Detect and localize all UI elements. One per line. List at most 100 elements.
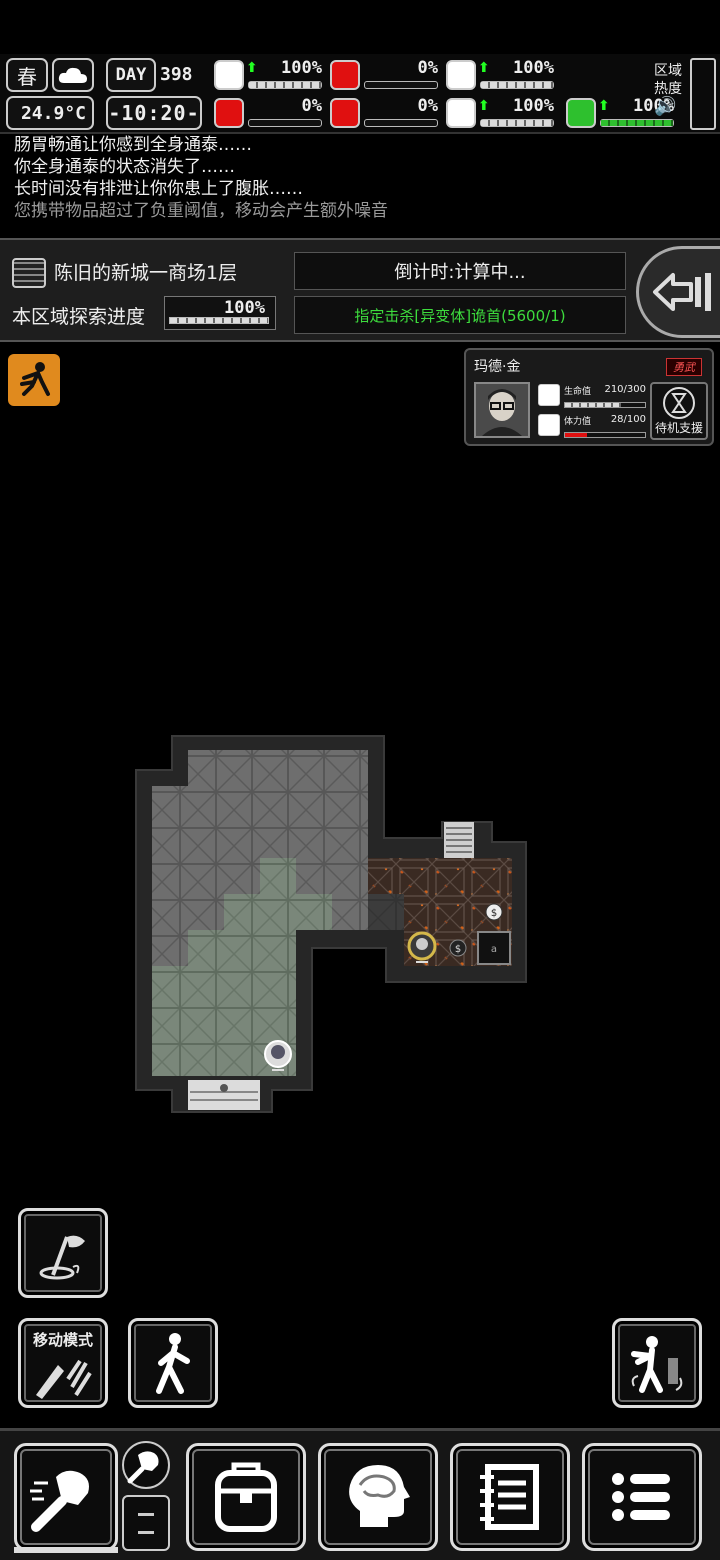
companion-stamina-label: 体力值 — [564, 417, 592, 427]
companion-card[interactable]: 玛德·金 勇武 生命值 210/300 体力值 28/100 待机支援 — [464, 348, 714, 446]
status-stat[interactable]: 0% — [214, 96, 326, 130]
status-stat[interactable]: ⬆ 100% — [446, 58, 558, 92]
companion-stamina: 体力值 28/100 — [538, 414, 646, 440]
quick-slot-fist[interactable] — [122, 1441, 170, 1489]
weapon-durability-bar — [14, 1547, 118, 1553]
explore-bar — [169, 317, 269, 324]
season-indicator: 春 — [6, 58, 48, 92]
day-label: DAY — [115, 65, 147, 85]
stat-bar — [480, 81, 554, 89]
backpack-icon — [215, 1462, 277, 1532]
explore-label: 本区域探索进度 — [12, 306, 146, 328]
heart-icon — [446, 98, 476, 128]
loot-bag-icon: $ — [449, 939, 467, 957]
companion-hp-bar — [564, 402, 646, 408]
fist-small-icon — [127, 1451, 159, 1484]
stat-bar — [248, 81, 322, 89]
stat-bar — [480, 119, 554, 127]
loot-bag-icon: $ — [485, 903, 503, 921]
exit-area-button[interactable] — [636, 246, 720, 338]
brain-head-icon — [349, 1465, 410, 1527]
map-floor-visible — [152, 858, 332, 1076]
walk-mode-icon — [36, 1359, 92, 1399]
companion-map-marker — [407, 931, 437, 963]
menu-list-icon — [612, 1473, 670, 1521]
mission-box[interactable]: 指定击杀[异变体]诡首(5600/1) — [294, 296, 626, 334]
container-box-icon: a — [477, 931, 511, 965]
stat-bar — [364, 81, 438, 89]
blood-drop-icon — [330, 98, 360, 128]
zone-heat-meter — [690, 58, 716, 130]
companion-stamina-value: 28/100 — [610, 414, 646, 425]
companion-avatar — [474, 382, 530, 438]
countdown-box: 倒计时:计算中... — [294, 252, 626, 290]
exit-arrow-icon — [653, 273, 711, 311]
zone-heat-label: 区域热度 🔊 — [654, 62, 688, 116]
day-value: 398 — [160, 64, 193, 85]
medkit-icon — [538, 384, 560, 406]
location-name: 陈旧的新城一商场1层 — [54, 262, 238, 284]
stat-bar — [248, 119, 322, 127]
stomach-icon — [330, 60, 360, 90]
walk-button[interactable] — [128, 1318, 218, 1408]
status-stat[interactable]: 0% — [330, 96, 442, 130]
waypoint-flag-button[interactable] — [18, 1208, 108, 1298]
menu-button[interactable] — [582, 1443, 702, 1551]
stat-bar — [600, 119, 674, 127]
map-floor-explored — [152, 750, 404, 1076]
stat-bar — [364, 119, 438, 127]
journal-button[interactable] — [450, 1443, 570, 1551]
standby-support-button[interactable]: 待机支援 — [650, 382, 708, 440]
backpack-button[interactable] — [186, 1443, 306, 1551]
stamina-boot-icon — [566, 98, 596, 128]
companion-stamina-bar — [564, 432, 646, 438]
log-line: 肠胃畅通让你感到全身通泰…… — [14, 135, 252, 155]
stamina-boot-icon — [538, 414, 560, 436]
stat-value: 0% — [417, 58, 438, 78]
stat-value: 100% — [513, 96, 554, 116]
hourglass-icon — [663, 387, 695, 419]
companion-hp-value: 210/300 — [604, 384, 646, 395]
stairs-down-icon — [188, 1080, 260, 1110]
mission-text: 指定击杀[异变体]诡首(5600/1) — [354, 306, 566, 325]
svg-text:a: a — [491, 944, 497, 955]
status-stat[interactable]: ⬆ 100% — [214, 58, 326, 92]
fist-icon — [30, 1470, 89, 1532]
status-stat[interactable]: 0% — [330, 58, 442, 92]
notebook-icon — [480, 1464, 539, 1530]
log-line-latest: 您携带物品超过了负重阈值，移动会产生额外噪音 — [14, 201, 388, 221]
medkit-icon — [214, 60, 244, 90]
building-icon — [12, 258, 46, 288]
stat-value: 0% — [417, 96, 438, 116]
sneak-mode-icon[interactable] — [8, 354, 60, 406]
clock-display: -10:20- — [106, 96, 202, 130]
status-stat[interactable]: ⬆ 100% — [446, 96, 558, 130]
combat-stance-button[interactable] — [612, 1318, 702, 1408]
companion-name: 玛德·金 — [474, 359, 521, 375]
map-floor-hazard — [368, 858, 512, 966]
explore-value: 100% — [224, 298, 265, 318]
melee-attack-button[interactable] — [14, 1443, 118, 1551]
pill-icon — [446, 60, 476, 90]
standby-support-label: 待机支援 — [654, 421, 703, 435]
companion-stamina-bar-fill — [565, 433, 588, 437]
companion-hp-label: 生命值 — [564, 387, 592, 397]
quick-slot-empty[interactable] — [122, 1495, 170, 1551]
stat-bar-fill — [249, 82, 321, 88]
speaker-icon[interactable]: 🔊 — [654, 98, 688, 116]
move-mode-label: 移动模式 — [32, 1331, 93, 1349]
move-mode-button[interactable]: 移动模式 — [18, 1318, 108, 1408]
empty-slot-dash — [138, 1513, 154, 1516]
player-map-marker — [264, 1040, 292, 1071]
map-walls — [135, 735, 527, 1113]
stat-bar-fill — [481, 82, 553, 88]
companion-trait-badge: 勇武 — [666, 358, 702, 376]
svg-text:$: $ — [491, 908, 497, 919]
temperature-value: 24.9°C — [20, 102, 86, 124]
character-button[interactable] — [318, 1443, 438, 1551]
status-bar: 春 24.9°C DAY 398 -10:20- ⬆ 100% 0% ⬆ 100% 0% 0… — [0, 54, 720, 134]
explore-progress: 100% — [164, 296, 276, 330]
brain-icon — [214, 98, 244, 128]
stat-value: 100% — [513, 58, 554, 78]
stairs-up-icon — [444, 822, 474, 858]
